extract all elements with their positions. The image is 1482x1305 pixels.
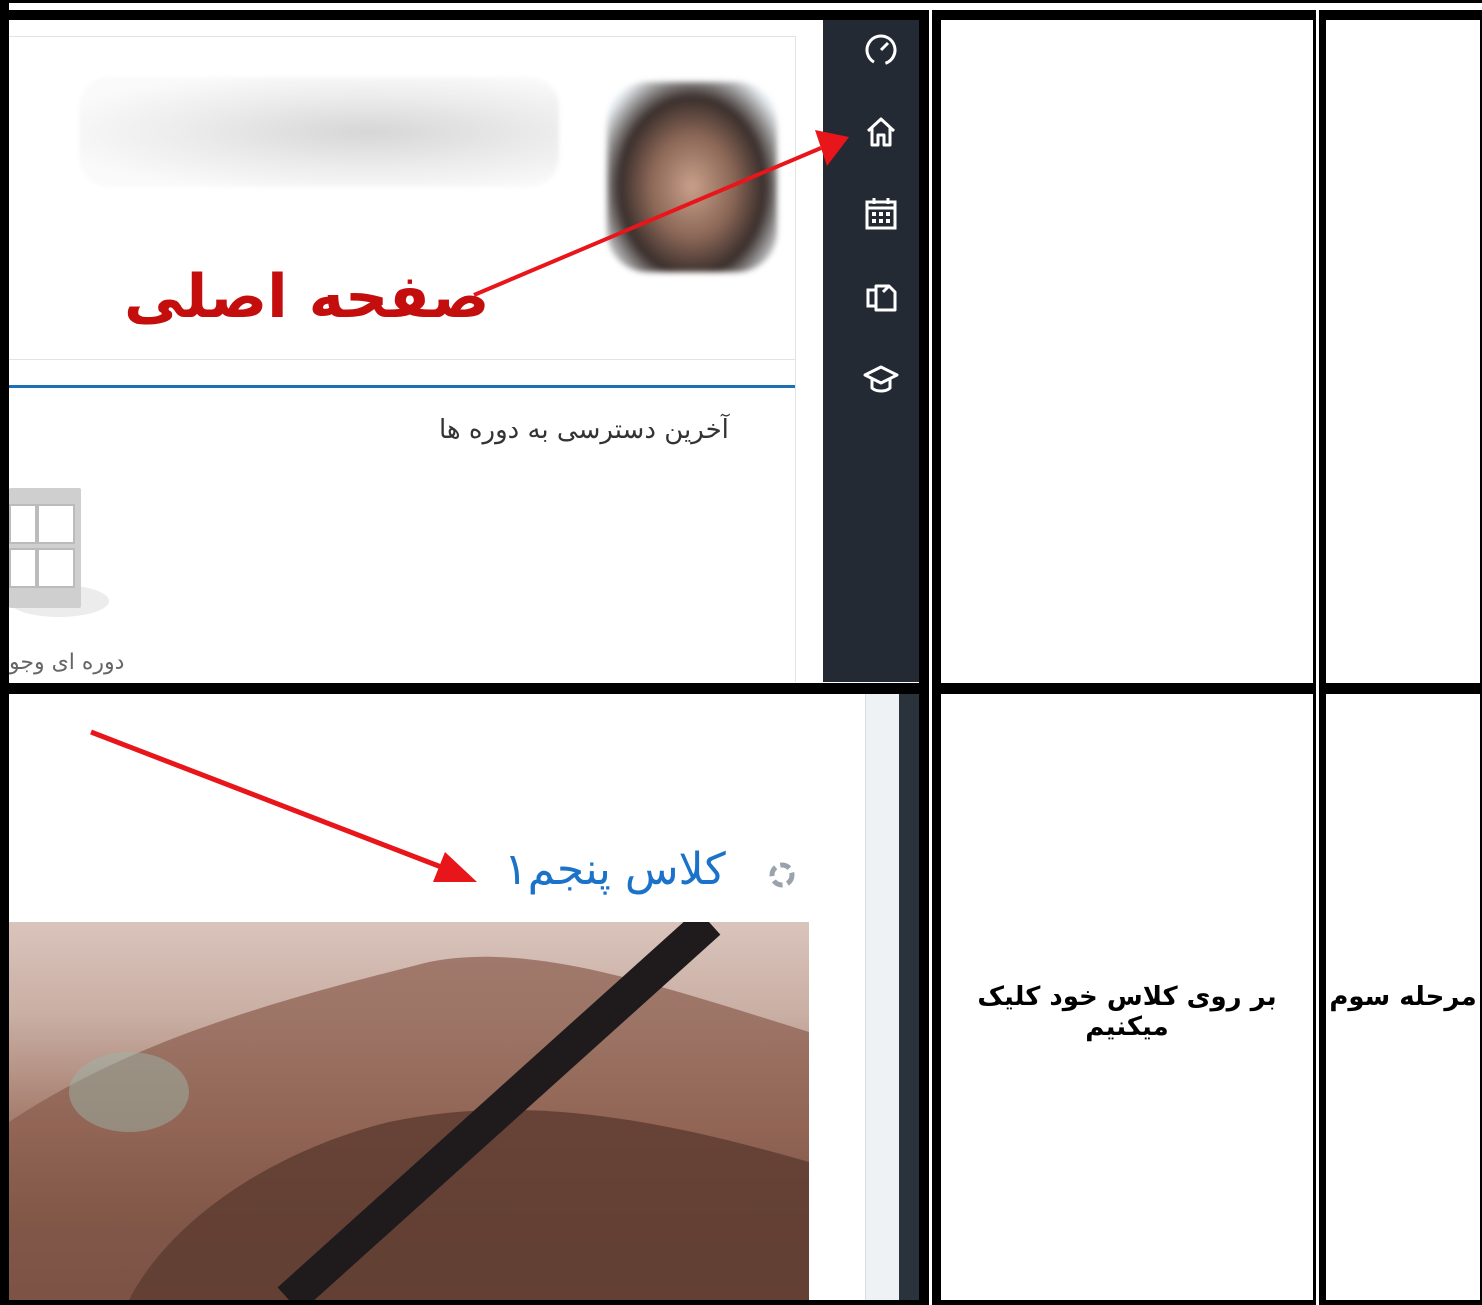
row-divider bbox=[0, 683, 1482, 694]
column-divider-2 bbox=[1313, 10, 1326, 1305]
table-border-top-thick bbox=[0, 10, 1482, 20]
column-divider-1-gap bbox=[929, 10, 932, 1305]
step-label: مرحله سوم bbox=[1329, 982, 1477, 1012]
arrow-to-class-link bbox=[90, 729, 477, 882]
table-border-top bbox=[0, 0, 1482, 3]
screenshot-class-list: کلاس پنجم۱ bbox=[9, 694, 919, 1300]
table-border-left bbox=[0, 0, 9, 1305]
column-divider-2-gap bbox=[1316, 10, 1319, 1305]
instruction-text: بر روی کلاس خود کلیک میکنیم bbox=[977, 982, 1277, 1042]
row1-step-cell bbox=[1326, 20, 1480, 683]
table-border-bottom bbox=[0, 1300, 1482, 1305]
arrow-to-home-icon bbox=[473, 130, 849, 297]
row1-instruction-cell bbox=[941, 20, 1313, 683]
screenshot-home-page: صفحه اصلی آخرین دسترسی به دوره ها دوره ا… bbox=[9, 20, 919, 682]
